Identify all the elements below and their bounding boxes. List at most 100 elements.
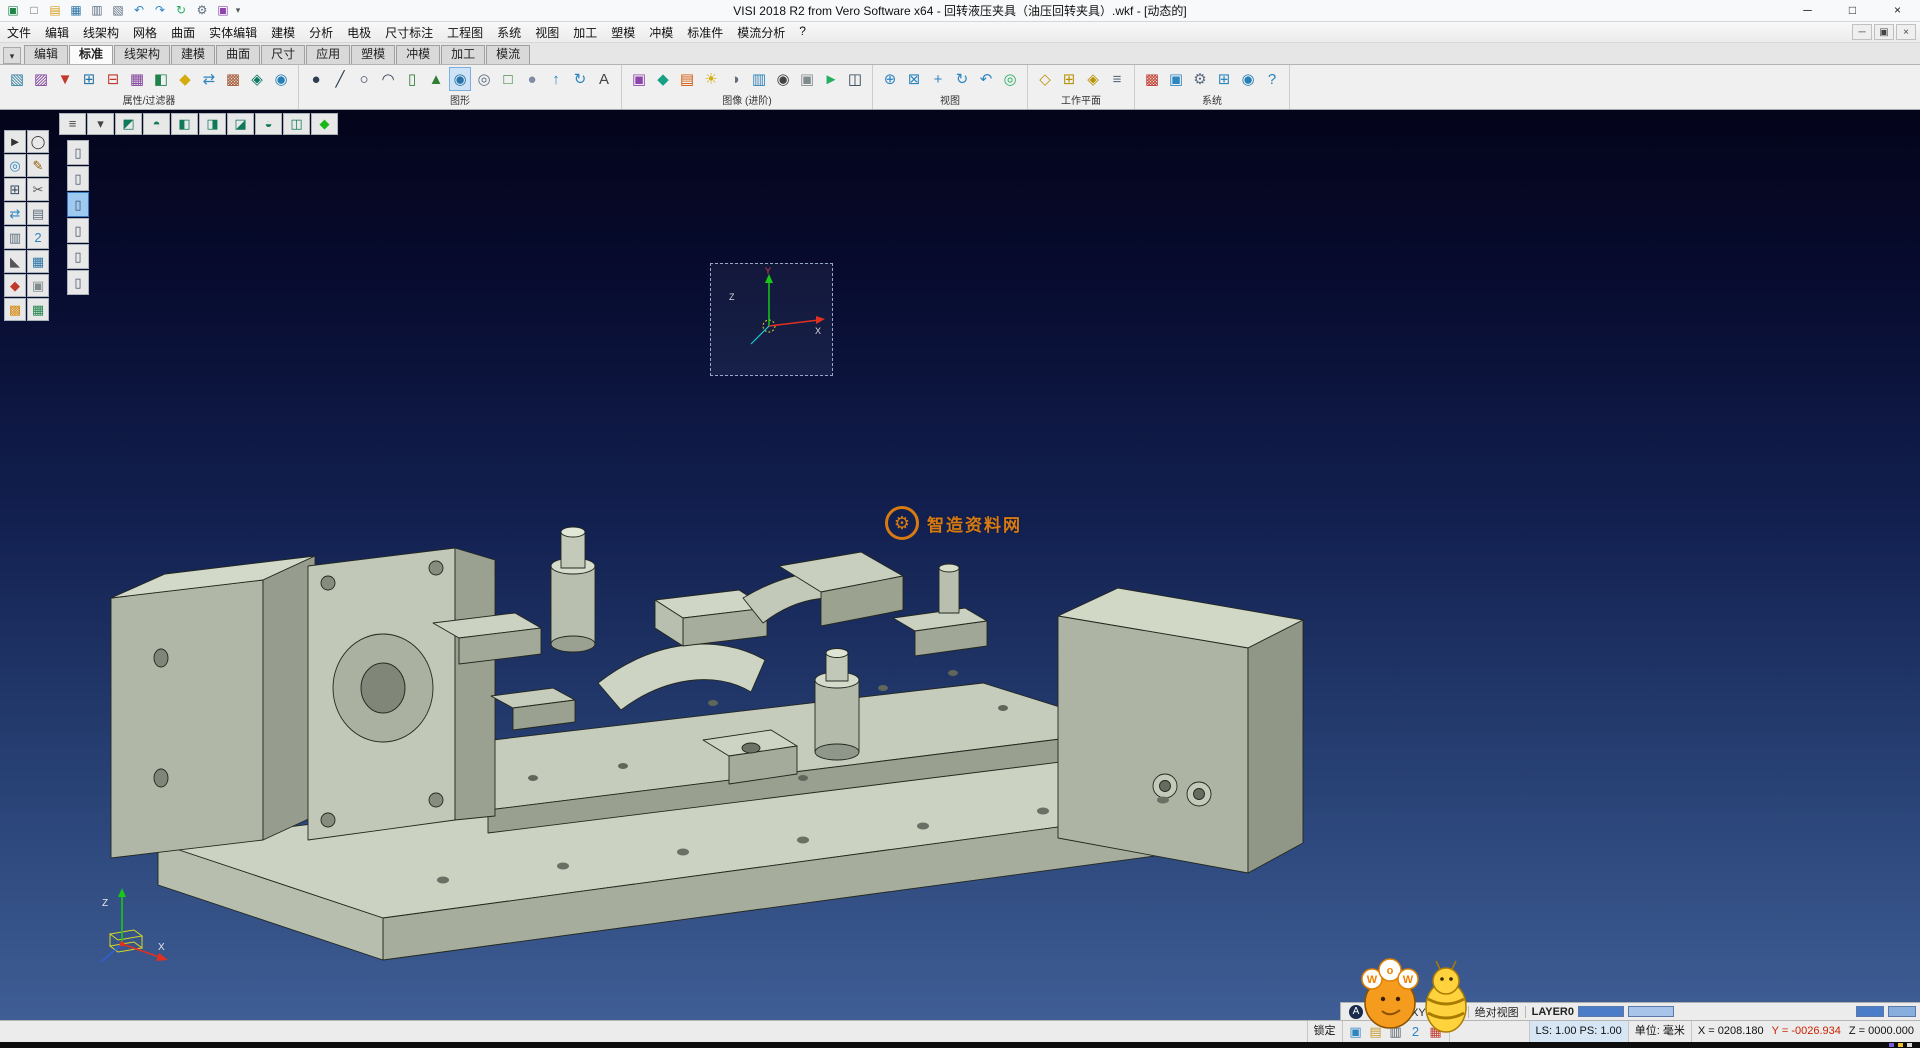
printer-icon[interactable]: ▤ [27, 202, 49, 225]
history-slot-icon[interactable]: ▯ [67, 270, 89, 295]
tray-icon[interactable] [1889, 1043, 1894, 1047]
window-minimize-button[interactable]: ─ [1785, 0, 1830, 21]
view-left-icon[interactable]: ◪ [227, 113, 254, 135]
edit-pencil-icon[interactable]: ✎ [27, 154, 49, 177]
layer-color-chip[interactable] [1628, 1006, 1674, 1017]
units-indicator[interactable]: 单位: 毫米 [1628, 1021, 1691, 1042]
pan-icon[interactable]: + [927, 67, 949, 91]
taskbar-sliver[interactable] [0, 1042, 1920, 1048]
mask-icon[interactable]: ◧ [150, 67, 172, 91]
monitor-icon[interactable]: ▣ [1165, 67, 1187, 91]
open-folder-icon[interactable]: ▤ [46, 2, 64, 19]
view-dynamic-icon[interactable]: ◆ [311, 113, 338, 135]
menu-item[interactable]: 冲模 [642, 21, 680, 44]
redo-icon[interactable]: ↷ [151, 2, 169, 19]
help-icon[interactable]: ? [1261, 67, 1283, 91]
texture-icon[interactable]: ▤ [676, 67, 698, 91]
point-icon[interactable]: ● [305, 67, 327, 91]
snap-lock-toggle[interactable]: 锁定 [1307, 1021, 1342, 1042]
cylinder-icon[interactable]: ▯ [401, 67, 423, 91]
view-back-icon[interactable]: ◒ [255, 113, 282, 135]
workplane-indicator[interactable]: Y X Z [710, 263, 833, 376]
menu-item[interactable]: 分析 [302, 21, 340, 44]
measure-icon[interactable]: ◈ [246, 67, 268, 91]
menu-item[interactable]: 网格 [126, 21, 164, 44]
plot-icon[interactable]: ▧ [109, 2, 127, 19]
ribbon-tab[interactable]: 编辑 [24, 45, 68, 64]
grid-icon[interactable]: ⊞ [1213, 67, 1235, 91]
box-icon[interactable]: □ [497, 67, 519, 91]
history-slot-icon[interactable]: ▯ [67, 166, 89, 191]
workplane-icon[interactable]: ◇ [1034, 67, 1056, 91]
text-tool-icon[interactable]: A [593, 67, 615, 91]
ribbon-tab[interactable]: 模流 [486, 45, 530, 64]
history-slot-icon[interactable]: ▯ [67, 244, 89, 269]
snapshot-icon[interactable]: ▣ [796, 67, 818, 91]
attr-copy-icon[interactable]: ▨ [30, 67, 52, 91]
disk-icon[interactable]: ▦ [27, 250, 49, 273]
shaded-view-icon[interactable]: ◉ [449, 67, 471, 91]
triangle-ruler-icon[interactable]: ◣ [4, 250, 26, 273]
doc-restore-button[interactable]: ▣ [1874, 24, 1894, 40]
stereo-icon[interactable]: ◫ [844, 67, 866, 91]
shadow-icon[interactable]: ◑ [724, 67, 746, 91]
filter-remove-icon[interactable]: ⊟ [102, 67, 124, 91]
ribbon-tab[interactable]: 曲面 [216, 45, 260, 64]
extrude-icon[interactable]: ↑ [545, 67, 567, 91]
dice-icon[interactable]: ▣ [27, 274, 49, 297]
color-select-icon[interactable]: ◆ [174, 67, 196, 91]
filter-add-icon[interactable]: ⊞ [78, 67, 100, 91]
menu-item[interactable]: 电极 [340, 21, 378, 44]
previous-view-icon[interactable]: ↶ [975, 67, 997, 91]
trim-scissors-icon[interactable]: ✂ [27, 178, 49, 201]
attr-info-icon[interactable]: ◉ [270, 67, 292, 91]
system-info-icon[interactable]: ◉ [1237, 67, 1259, 91]
select-arrow-icon[interactable]: ► [4, 130, 26, 153]
color-table-icon[interactable]: ▩ [1141, 67, 1163, 91]
view-front-icon[interactable]: ◧ [171, 113, 198, 135]
clipboard-icon[interactable]: ▥ [4, 226, 26, 249]
menu-item[interactable]: 实体编辑 [202, 21, 264, 44]
ribbon-tab[interactable]: 尺寸 [261, 45, 305, 64]
settings-gear-icon[interactable]: ⚙ [193, 2, 211, 19]
workplane-list-icon[interactable]: ≡ [1106, 67, 1128, 91]
swap-icon[interactable]: ⇄ [198, 67, 220, 91]
history-slot-icon[interactable]: ▯ [67, 140, 89, 165]
background-icon[interactable]: ▥ [748, 67, 770, 91]
light-icon[interactable]: ☀ [700, 67, 722, 91]
layer-selector[interactable]: LAYER0 [1532, 1006, 1574, 1018]
undo-icon[interactable]: ↶ [130, 2, 148, 19]
menu-item[interactable]: 系统 [490, 21, 528, 44]
new-file-icon[interactable]: □ [25, 2, 43, 19]
arc-icon[interactable]: ◠ [377, 67, 399, 91]
history-slot-icon[interactable]: ▯ [67, 192, 89, 217]
revolve-icon[interactable]: ↻ [569, 67, 591, 91]
palette-icon[interactable]: ▩ [4, 298, 26, 321]
ribbon-tab[interactable]: 冲模 [396, 45, 440, 64]
paint-icon[interactable]: ◆ [4, 274, 26, 297]
ribbon-tab[interactable]: 线架构 [114, 45, 170, 64]
render-icon[interactable]: ▣ [628, 67, 650, 91]
menu-item[interactable]: 曲面 [164, 21, 202, 44]
attr-paint-icon[interactable]: ▧ [6, 67, 28, 91]
menu-item[interactable]: ? [792, 21, 813, 44]
menu-item[interactable]: 工程图 [440, 21, 490, 44]
lasso-icon[interactable]: ◯ [27, 130, 49, 153]
menu-item[interactable]: 编辑 [38, 21, 76, 44]
tray-icon[interactable] [1907, 1043, 1912, 1047]
ribbon-tab[interactable]: 加工 [441, 45, 485, 64]
menu-item[interactable]: 建模 [264, 21, 302, 44]
doc-close-button[interactable]: × [1896, 24, 1916, 40]
count-2-icon[interactable]: 2 [27, 226, 49, 249]
rotate-view-icon[interactable]: ↻ [951, 67, 973, 91]
redraw-icon[interactable]: ◎ [999, 67, 1021, 91]
menu-item[interactable]: 文件 [0, 21, 38, 44]
view-top-icon[interactable]: ◓ [143, 113, 170, 135]
transform-icon[interactable]: ⇄ [4, 202, 26, 225]
system-gear-icon[interactable]: ⚙ [1189, 67, 1211, 91]
ribbon-tab[interactable]: 应用 [306, 45, 350, 64]
ribbon-tab[interactable]: 塑模 [351, 45, 395, 64]
workplane-align-icon[interactable]: ◈ [1082, 67, 1104, 91]
zoom-in-icon[interactable]: ⊕ [879, 67, 901, 91]
material-icon[interactable]: ◆ [652, 67, 674, 91]
